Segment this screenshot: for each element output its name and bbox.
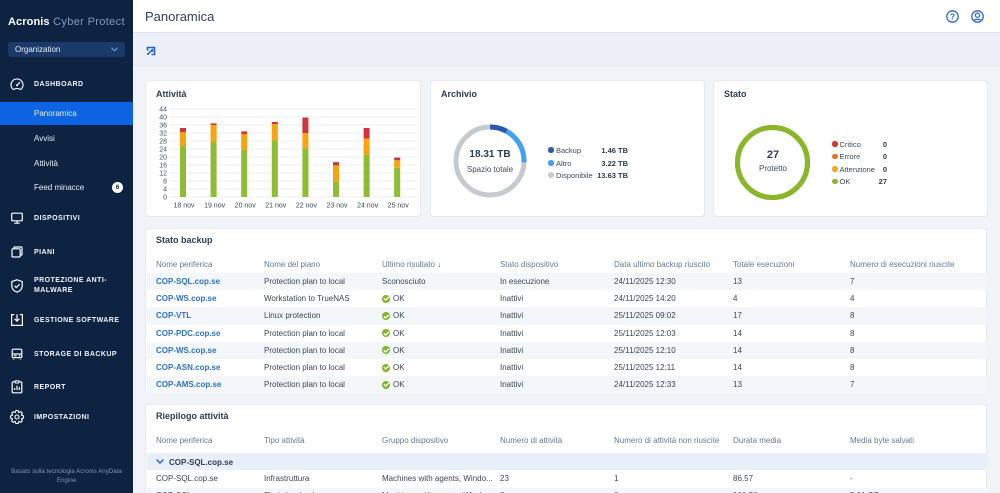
svg-text:40: 40 (159, 115, 167, 122)
svg-text:18 nov: 18 nov (173, 203, 195, 210)
svg-text:21 nov: 21 nov (265, 203, 287, 210)
svg-text:20 nov: 20 nov (235, 203, 257, 210)
svg-text:4: 4 (163, 187, 167, 194)
svg-text:16: 16 (159, 163, 167, 170)
svg-text:28: 28 (159, 139, 167, 146)
svg-text:44: 44 (159, 107, 167, 114)
svg-text:8: 8 (163, 179, 167, 186)
svg-text:22 nov: 22 nov (296, 203, 318, 210)
svg-text:32: 32 (159, 131, 167, 138)
svg-text:0: 0 (163, 195, 167, 202)
svg-text:12: 12 (159, 171, 167, 178)
svg-text:24 nov: 24 nov (357, 203, 379, 210)
svg-text:36: 36 (159, 123, 167, 130)
svg-text:23 nov: 23 nov (326, 203, 348, 210)
svg-text:25 nov: 25 nov (388, 203, 410, 210)
svg-text:24: 24 (159, 147, 167, 154)
svg-text:20: 20 (159, 155, 167, 162)
svg-text:19 nov: 19 nov (204, 203, 226, 210)
svg-text:?: ? (950, 11, 955, 21)
